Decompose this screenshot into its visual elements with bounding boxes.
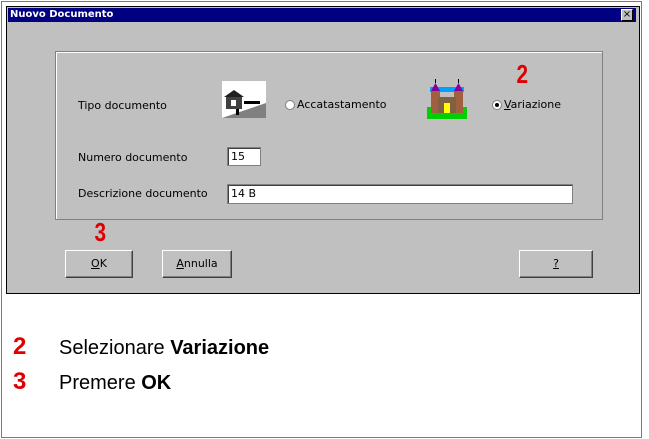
annulla-button[interactable]: Annulla bbox=[162, 250, 232, 278]
numero-documento-label: Numero documento bbox=[78, 151, 188, 164]
instruction-2: 2 Selezionare Variazione bbox=[13, 333, 269, 361]
descrizione-documento-input[interactable]: 14 B bbox=[227, 184, 573, 204]
house-icon bbox=[222, 81, 266, 123]
instruction-3: 3 Premere OK bbox=[13, 368, 171, 396]
radio-accatastamento[interactable] bbox=[285, 100, 295, 110]
instruction-2-text: Selezionare bbox=[59, 337, 171, 359]
window-title: Nuovo Documento bbox=[10, 9, 114, 20]
instruction-3-number: 3 bbox=[13, 368, 27, 395]
instruction-3-bold: OK bbox=[141, 372, 172, 394]
title-bar: Nuovo Documento × bbox=[8, 8, 636, 22]
instruction-2-number: 2 bbox=[13, 333, 27, 360]
numero-documento-input[interactable]: 15 bbox=[227, 147, 261, 166]
variazione-label[interactable]: Variazione bbox=[504, 98, 561, 111]
instruction-3-text: Premere bbox=[59, 372, 142, 394]
close-button[interactable]: × bbox=[621, 9, 633, 21]
step-marker-3: 3 bbox=[94, 217, 107, 247]
dialog-window: Nuovo Documento × Tipo documento Accatas… bbox=[6, 6, 640, 294]
help-button[interactable]: ? bbox=[519, 250, 593, 278]
radio-variazione[interactable] bbox=[492, 100, 502, 110]
step-marker-2: 2 bbox=[516, 59, 529, 89]
ok-button[interactable]: OK bbox=[65, 250, 133, 278]
variazione-label-rest: ariazione bbox=[510, 98, 562, 111]
tipo-documento-label: Tipo documento bbox=[78, 99, 167, 112]
help-glyph: ? bbox=[553, 257, 559, 270]
accatastamento-label[interactable]: Accatastamento bbox=[297, 98, 387, 111]
descrizione-documento-label: Descrizione documento bbox=[78, 187, 208, 200]
instruction-2-bold: Variazione bbox=[170, 337, 270, 359]
screenshot-frame: Nuovo Documento × Tipo documento Accatas… bbox=[1, 1, 642, 438]
castle-icon bbox=[427, 79, 467, 124]
